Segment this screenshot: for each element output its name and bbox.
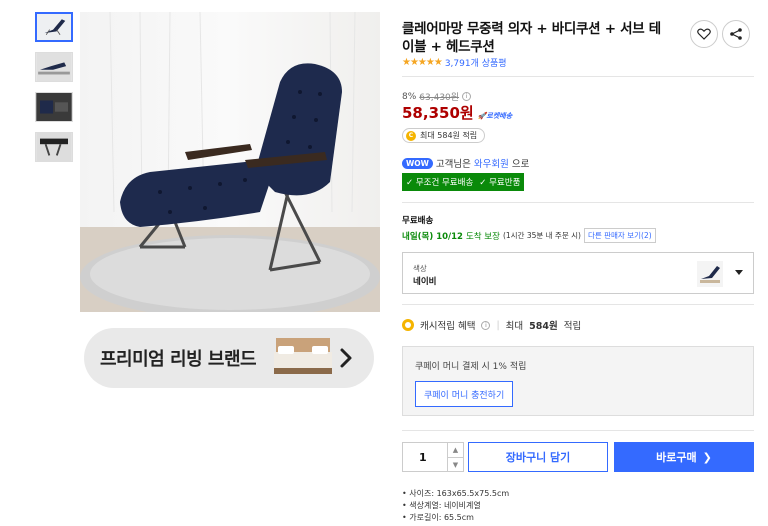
- share-icon: [730, 28, 742, 40]
- info-icon[interactable]: i: [481, 320, 491, 330]
- option-value: 네이비: [413, 277, 437, 287]
- reward-text: 최대 584원 적립: [420, 131, 478, 140]
- option-label: 색상: [413, 264, 427, 273]
- product-title: 클레어마망 무중력 의자 + 바디쿠션 + 서브 테이블 + 헤드쿠션: [402, 21, 661, 55]
- wishlist-button[interactable]: [690, 20, 718, 48]
- discount-rate: 8%: [402, 91, 417, 102]
- review-count-link[interactable]: 3,791개 상품평: [445, 56, 507, 69]
- main-product-image: [80, 12, 380, 312]
- thumbnail-4[interactable]: [35, 132, 73, 162]
- wow-member-link[interactable]: 와우회원: [474, 156, 509, 170]
- banner-text: 프리미엄 리빙 브랜드: [100, 349, 257, 370]
- chair-thumbnail-image: [36, 53, 72, 81]
- cash-coin-icon: [402, 319, 414, 331]
- divider: [402, 304, 754, 305]
- quantity-value[interactable]: 1: [419, 451, 427, 464]
- quantity-stepper[interactable]: 1 ▲ ▼: [402, 442, 464, 472]
- delivery-condition: (1시간 35분 내 주문 시): [502, 231, 581, 240]
- cash-max-suffix: 적립: [563, 321, 582, 332]
- cash-max-amount: 584원: [529, 321, 558, 332]
- chair-thumbnail-image: [37, 14, 71, 40]
- color-option-select[interactable]: 색상 네이비: [402, 252, 754, 294]
- chevron-right-icon: ❯: [702, 450, 712, 464]
- reward-pill: C 최대 584원 적립: [402, 128, 486, 143]
- rating-row[interactable]: ★★★★★ 3,791개 상품평: [402, 56, 507, 69]
- sale-price: 58,350원: [402, 104, 474, 122]
- chair-thumbnail-image: [36, 93, 72, 121]
- list-item: 사이즈: 163x65.5x75.5cm: [402, 488, 509, 500]
- premium-living-banner[interactable]: 프리미엄 리빙 브랜드: [84, 328, 374, 388]
- shipping-title: 무료배송: [402, 216, 434, 226]
- chevron-right-icon: [340, 348, 352, 368]
- rating-stars: ★★★★★: [402, 57, 443, 68]
- cash-max-prefix: 최대: [505, 321, 524, 332]
- add-to-cart-button[interactable]: 장바구니 담기: [468, 442, 608, 472]
- other-sellers-button[interactable]: 다른 판매자 보기(2): [583, 228, 656, 243]
- coupay-charge-button[interactable]: 쿠페이 머니 충전하기: [415, 381, 514, 407]
- bed-icon: [274, 338, 332, 374]
- coupay-box: 쿠페이 머니 결제 시 1% 적립 쿠페이 머니 충전하기: [402, 346, 754, 416]
- delivery-date: 내일(목) 10/12: [402, 231, 463, 242]
- divider: [402, 76, 754, 77]
- divider: [402, 430, 754, 431]
- buy-now-label: 바로구매: [656, 451, 697, 464]
- shipping-row: 내일(목) 10/12 도착 보장 (1시간 35분 내 주문 시) 다른 판매…: [402, 228, 656, 243]
- wow-badge: WOW: [402, 157, 433, 169]
- heart-icon: [697, 28, 711, 40]
- chevron-down-icon: [735, 270, 743, 275]
- wow-text-prefix: 고객님은: [435, 159, 471, 170]
- chair-thumbnail-image: [36, 133, 72, 161]
- coupay-text: 쿠페이 머니 결제 시 1% 적립: [415, 362, 527, 372]
- coin-icon: C: [406, 130, 416, 141]
- rocket-delivery-badge: 🚀로켓배송: [477, 112, 513, 120]
- list-item: 가로길이: 65.5cm: [402, 512, 509, 524]
- free-shipping-badge: ✓ 무조건 무료배송 ✓ 무료반품: [402, 173, 525, 191]
- divider: [402, 202, 754, 203]
- quantity-decrease-button[interactable]: ▼: [447, 457, 463, 472]
- spec-list: 사이즈: 163x65.5x75.5cm 색상계열: 네이비계열 가로길이: 6…: [402, 488, 509, 524]
- list-item: 색상계열: 네이비계열: [402, 500, 509, 512]
- free-ship-text: ✓ 무조건 무료배송: [406, 178, 474, 188]
- delivery-guarantee: 도착 보장: [465, 231, 500, 242]
- cash-label: 캐시적립 혜택: [420, 321, 476, 332]
- free-return-text: ✓ 무료반품: [479, 178, 521, 188]
- separator: |: [496, 319, 500, 331]
- option-thumbnail-image: [697, 261, 723, 287]
- price-row: 58,350원 🚀로켓배송: [402, 102, 512, 123]
- quantity-increase-button[interactable]: ▲: [447, 443, 463, 458]
- wow-text-suffix: 으로: [511, 159, 530, 170]
- thumbnail-2[interactable]: [35, 52, 73, 82]
- info-icon[interactable]: i: [462, 92, 472, 101]
- thumbnail-1[interactable]: [35, 12, 73, 42]
- thumbnail-3[interactable]: [35, 92, 73, 122]
- buy-now-button[interactable]: 바로구매 ❯: [614, 442, 754, 472]
- share-button[interactable]: [722, 20, 750, 48]
- cash-reward-row: 캐시적립 혜택 i | 최대 584원 적립: [402, 318, 581, 332]
- wow-row: WOW 고객님은 와우회원 으로: [402, 156, 529, 170]
- thumbnail-list: [35, 12, 73, 172]
